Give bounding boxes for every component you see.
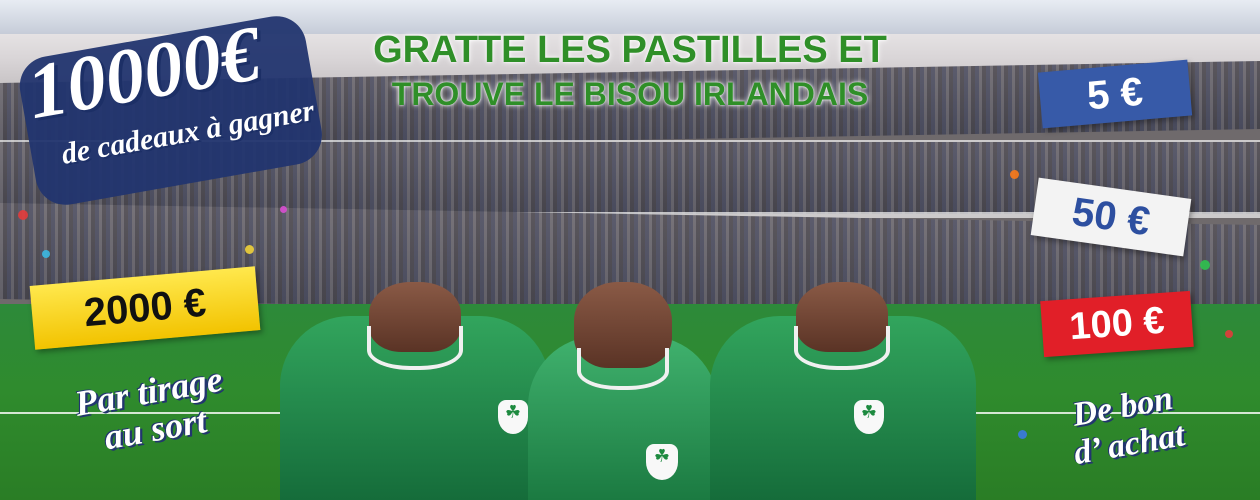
headline-line-2: TROUVE LE BISOU IRLANDAIS bbox=[391, 76, 869, 112]
promo-headline: GRATTE LES PASTILLES ET TROUVE LE BISOU … bbox=[330, 26, 930, 114]
confetti bbox=[1200, 260, 1210, 270]
jersey-collar bbox=[367, 326, 463, 370]
confetti bbox=[245, 245, 254, 254]
shamrock-crest-icon bbox=[646, 444, 678, 480]
jersey-collar bbox=[577, 348, 669, 390]
confetti bbox=[280, 206, 287, 213]
headline-line-1: GRATTE LES PASTILLES ET bbox=[373, 29, 887, 71]
confetti bbox=[1225, 330, 1233, 338]
confetti bbox=[1018, 430, 1027, 439]
jersey-collar bbox=[794, 326, 890, 370]
irish-rugby-jersey bbox=[528, 282, 718, 500]
confetti bbox=[1010, 170, 1019, 179]
irish-rugby-jersey bbox=[270, 282, 560, 500]
banner-stage: 10000€ de cadeaux à gagner GRATTE LES PA… bbox=[0, 0, 1260, 500]
shamrock-crest-icon bbox=[854, 400, 884, 434]
shamrock-crest-icon bbox=[498, 400, 528, 434]
confetti bbox=[42, 250, 50, 258]
voucher-100-badge: 100 € bbox=[1040, 290, 1194, 358]
irish-rugby-jersey bbox=[700, 282, 984, 500]
